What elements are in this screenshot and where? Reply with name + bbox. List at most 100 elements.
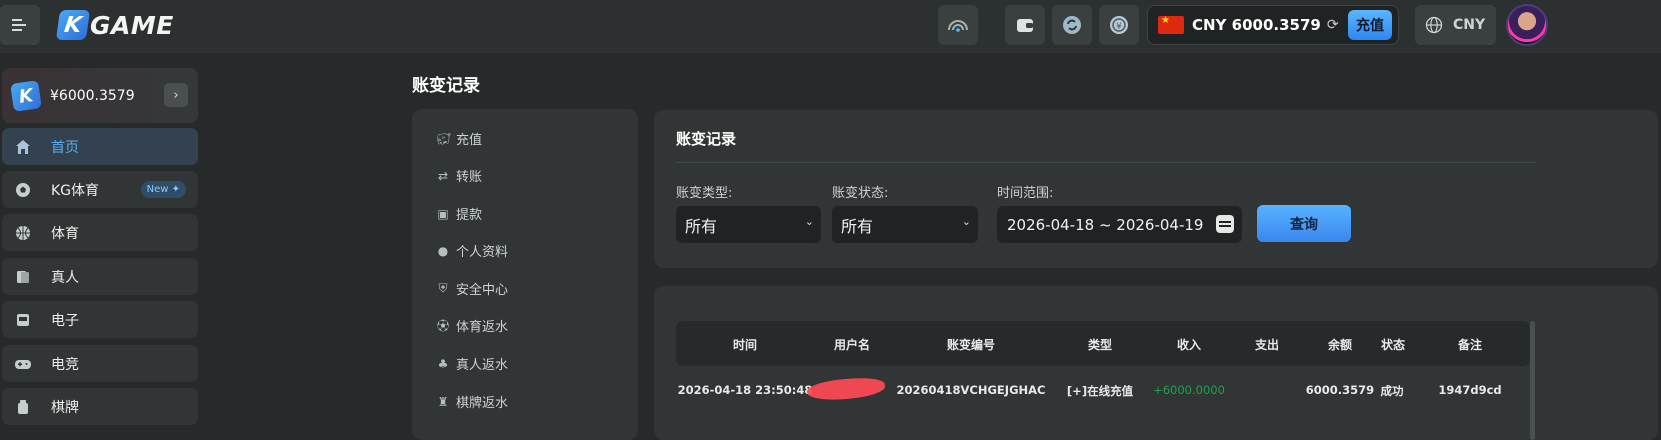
menu-toggle-button[interactable] bbox=[0, 5, 40, 45]
recharge-button[interactable]: 充值 bbox=[1348, 10, 1392, 40]
rebate-coin-icon: ¥ bbox=[1110, 16, 1128, 34]
chess-icon: ♜ bbox=[437, 394, 449, 409]
chevron-down-icon: ⌄ bbox=[804, 215, 814, 228]
slot-machine-icon bbox=[14, 311, 32, 329]
submenu-item-chess-rebate[interactable]: ♜ 棋牌返水 bbox=[436, 392, 509, 412]
top-bar: K GAME ¥ CNY 6000.3579 ⟳ 充值 bbox=[0, 0, 1661, 53]
cards-icon bbox=[14, 268, 32, 286]
submenu-item-label: 转账 bbox=[456, 170, 483, 185]
calendar-icon[interactable] bbox=[1216, 215, 1234, 233]
shield-icon: ⛨ bbox=[438, 281, 448, 295]
basketball-icon bbox=[14, 224, 32, 242]
date-range-value: 2026-04-18 ~ 2026-04-19 bbox=[1007, 215, 1204, 234]
submenu-item-sports-rebate[interactable]: ⚽︎ 体育返水 bbox=[436, 316, 508, 335]
redaction-mark bbox=[806, 376, 886, 402]
column-header: 收入 bbox=[1176, 338, 1202, 352]
sidebar-item-label: 棋牌 bbox=[51, 399, 79, 416]
type-select[interactable]: 所有 ⌄ bbox=[676, 206, 821, 243]
wallet-button[interactable] bbox=[1005, 5, 1045, 45]
query-button[interactable]: 查询 bbox=[1257, 205, 1351, 242]
submenu-item-transfer[interactable]: ⇄ 转账 bbox=[436, 166, 483, 186]
withdraw-icon: ▣ bbox=[437, 206, 449, 221]
column-header: 备注 bbox=[1457, 338, 1483, 352]
poker-chips-icon: ♣ bbox=[437, 356, 449, 371]
chevron-right-icon[interactable]: › bbox=[164, 83, 188, 107]
range-filter-label: 时间范围: bbox=[997, 186, 1054, 201]
cell-balance: 6000.3579 bbox=[1305, 383, 1375, 397]
submenu-item-recharge[interactable]: 🐖︎ 充值 bbox=[436, 129, 483, 149]
signal-button[interactable] bbox=[938, 5, 978, 45]
header-balance-text: CNY 6000.3579 bbox=[1192, 16, 1321, 34]
status-select[interactable]: 所有 ⌄ bbox=[832, 206, 978, 243]
exchange-button[interactable] bbox=[1052, 5, 1092, 45]
cell-status: 成功 bbox=[1380, 384, 1404, 398]
svg-text:¥: ¥ bbox=[1116, 22, 1122, 32]
wallet-icon bbox=[1017, 19, 1033, 32]
sidebar-item-label: 体育 bbox=[51, 225, 79, 242]
table-header: 时间 用户名 账变编号 类型 收入 支出 余额 状态 备注 bbox=[676, 321, 1530, 366]
sidebar-item-kg-sports[interactable]: KG体育 New ✦ bbox=[2, 171, 198, 208]
column-header: 状态 bbox=[1380, 338, 1406, 352]
submenu-item-label: 体育返水 bbox=[456, 320, 509, 335]
hamburger-icon bbox=[12, 19, 26, 31]
submenu-item-withdraw[interactable]: ▣ 提款 bbox=[436, 204, 483, 224]
sidebar-item-label: 真人 bbox=[51, 269, 79, 286]
chess-icon bbox=[14, 398, 32, 416]
submenu-item-label: 提款 bbox=[456, 208, 483, 223]
column-header: 用户名 bbox=[833, 338, 871, 352]
column-header: 账变编号 bbox=[946, 338, 996, 352]
cell-note: 1947d9cd bbox=[1438, 383, 1502, 397]
currency-selector[interactable]: CNY bbox=[1415, 5, 1496, 45]
gamepad-icon bbox=[14, 355, 32, 373]
signal-icon bbox=[948, 20, 968, 32]
globe-icon bbox=[1425, 16, 1443, 34]
refresh-icon[interactable]: ⟳ bbox=[1327, 17, 1339, 33]
soccer-ball-icon bbox=[14, 181, 32, 199]
home-icon bbox=[14, 138, 32, 156]
cell-time: 2026-04-18 23:50:48 bbox=[677, 383, 813, 397]
cell-id: 20260418VCHGEJGHAC bbox=[896, 383, 1046, 397]
sidebar-item-home[interactable]: 首页 bbox=[2, 128, 198, 165]
table-scrollbar[interactable] bbox=[1530, 321, 1535, 440]
sidebar-item-label: 电子 bbox=[51, 312, 79, 329]
column-header: 类型 bbox=[1087, 338, 1113, 352]
submenu-item-label: 充值 bbox=[456, 133, 483, 148]
logo-mark: K bbox=[55, 10, 91, 40]
date-range-input[interactable]: 2026-04-18 ~ 2026-04-19 bbox=[997, 206, 1242, 243]
sidebar-item-label: KG体育 bbox=[51, 182, 100, 199]
sidebar-item-slots[interactable]: 电子 bbox=[2, 301, 198, 338]
status-filter-label: 账变状态: bbox=[832, 186, 889, 201]
chevron-down-icon: ⌄ bbox=[961, 215, 971, 228]
sidebar-item-live-casino[interactable]: 真人 bbox=[2, 258, 198, 295]
soccer-ball-icon: ⚽︎ bbox=[436, 319, 449, 333]
piggy-bank-icon: 🐖︎ bbox=[436, 131, 452, 146]
filter-panel-title: 账变记录 bbox=[676, 130, 737, 148]
kgame-logo[interactable]: K GAME bbox=[55, 8, 174, 42]
column-header: 余额 bbox=[1327, 338, 1353, 352]
china-flag-icon bbox=[1158, 15, 1184, 34]
sidebar-item-sports[interactable]: 体育 bbox=[2, 214, 198, 251]
cell-type: [+]在线充值 bbox=[1066, 384, 1134, 398]
submenu-item-label: 棋牌返水 bbox=[456, 396, 509, 411]
currency-code: CNY bbox=[1453, 17, 1486, 33]
sidebar-wallet[interactable]: K ¥6000.3579 › bbox=[2, 68, 198, 123]
rebate-button[interactable]: ¥ bbox=[1099, 5, 1139, 45]
submenu-item-label: 真人返水 bbox=[456, 358, 509, 373]
submenu-item-profile[interactable]: ● 个人资料 bbox=[436, 241, 509, 261]
sidebar: K ¥6000.3579 › 首页 KG体育 New ✦ 体育 真人 电子 电竞… bbox=[0, 53, 210, 440]
sidebar-item-label: 电竞 bbox=[51, 356, 79, 373]
sidebar-item-chess[interactable]: 棋牌 bbox=[2, 388, 198, 425]
type-filter-label: 账变类型: bbox=[676, 186, 733, 201]
page-title: 账变记录 bbox=[412, 76, 480, 96]
submenu-item-label: 安全中心 bbox=[456, 283, 509, 298]
sidebar-item-esports[interactable]: 电竞 bbox=[2, 345, 198, 382]
sidebar-item-label: 首页 bbox=[51, 139, 79, 156]
cell-income: +6000.0000 bbox=[1153, 383, 1225, 397]
submenu-item-label: 个人资料 bbox=[456, 245, 509, 260]
user-icon: ● bbox=[437, 243, 449, 258]
avatar[interactable] bbox=[1506, 4, 1548, 46]
status-select-value: 所有 bbox=[841, 216, 874, 236]
submenu-item-security[interactable]: ⛨ 安全中心 bbox=[436, 279, 508, 298]
exchange-icon bbox=[1063, 16, 1081, 34]
submenu-item-live-rebate[interactable]: ♣ 真人返水 bbox=[436, 354, 509, 374]
